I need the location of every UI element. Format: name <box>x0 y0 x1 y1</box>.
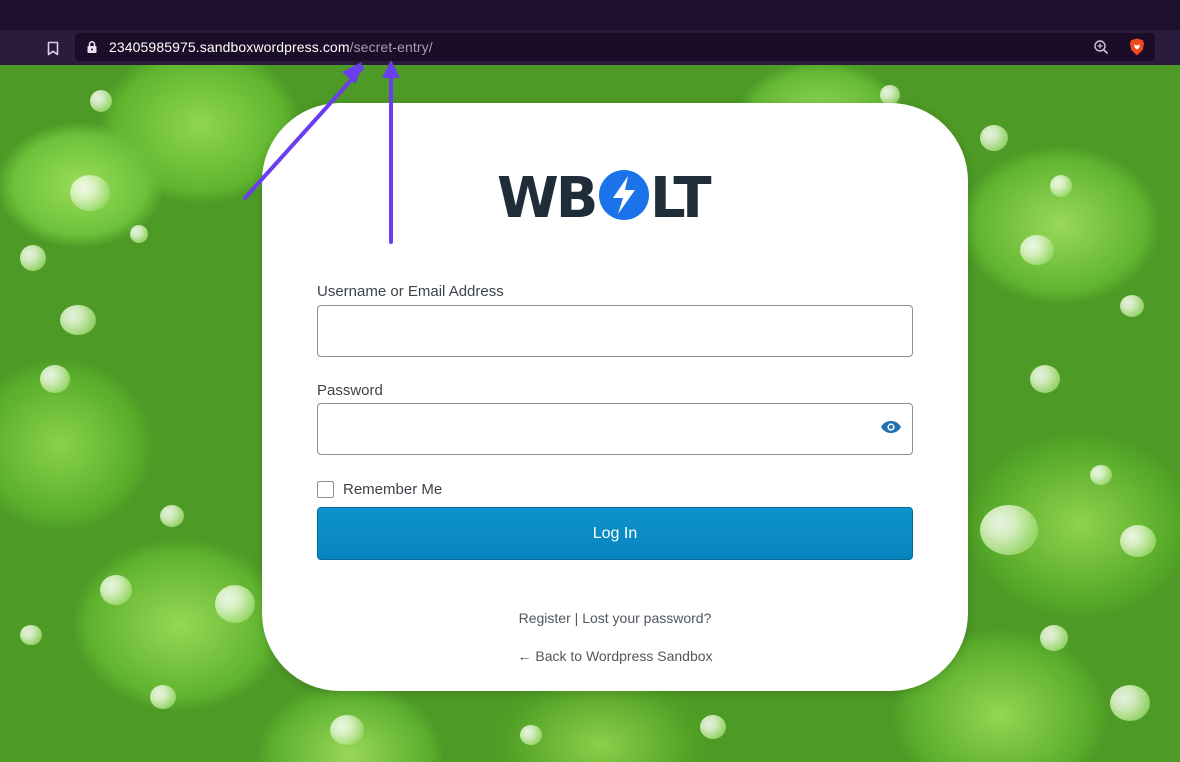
water-drop <box>1040 625 1068 651</box>
water-drop <box>980 505 1038 555</box>
water-drop <box>1050 175 1072 197</box>
water-drop <box>1120 295 1144 317</box>
show-password-icon[interactable] <box>876 416 906 438</box>
browser-toolbar: 23405985975.sandboxwordpress.com/secret-… <box>0 30 1180 65</box>
wbolt-logo[interactable]: WB LT <box>497 166 729 231</box>
water-drop <box>90 90 112 112</box>
browser-title-bar <box>0 0 1180 30</box>
water-drop <box>980 125 1008 151</box>
water-drop <box>1090 465 1112 485</box>
brave-shield-icon[interactable] <box>1127 37 1147 57</box>
address-bar[interactable]: 23405985975.sandboxwordpress.com/secret-… <box>75 33 1155 61</box>
water-drop <box>150 685 176 709</box>
account-links: Register | Lost your password? <box>262 610 968 626</box>
username-label: Username or Email Address <box>317 283 504 300</box>
water-drop <box>70 175 110 211</box>
remember-me-checkbox[interactable] <box>317 480 334 498</box>
water-drop <box>20 245 46 271</box>
water-drop <box>100 575 132 605</box>
back-link-row: ← Back to Wordpress Sandbox <box>262 648 968 664</box>
water-drop <box>215 585 255 623</box>
log-in-button[interactable]: Log In <box>317 507 913 560</box>
lock-icon[interactable] <box>85 40 99 54</box>
water-drop <box>1120 525 1156 557</box>
water-drop <box>330 715 364 745</box>
water-drop <box>700 715 726 739</box>
username-input[interactable] <box>317 305 913 357</box>
water-drop <box>1030 365 1060 393</box>
lost-password-link[interactable]: Lost your password? <box>582 610 711 626</box>
water-drop <box>130 225 148 243</box>
remember-me-label[interactable]: Remember Me <box>343 481 442 498</box>
register-link[interactable]: Register <box>519 610 571 626</box>
zoom-icon[interactable] <box>1093 39 1109 55</box>
remember-me[interactable]: Remember Me <box>317 479 442 499</box>
url-path: /secret-entry/ <box>349 39 433 55</box>
bookmark-icon[interactable] <box>44 38 62 58</box>
water-drop <box>880 85 900 105</box>
water-drop <box>1020 235 1054 265</box>
water-drop <box>520 725 542 745</box>
back-to-site-link[interactable]: ← Back to Wordpress Sandbox <box>517 648 712 664</box>
url-text[interactable]: 23405985975.sandboxwordpress.com/secret-… <box>109 39 433 55</box>
svg-text:WB: WB <box>497 167 595 225</box>
url-host: 23405985975.sandboxwordpress.com <box>109 39 350 55</box>
password-label: Password <box>317 382 383 399</box>
water-drop <box>160 505 184 527</box>
link-separator: | <box>574 610 579 626</box>
password-input[interactable] <box>317 403 913 455</box>
water-drop <box>20 625 42 645</box>
water-drop <box>40 365 70 393</box>
login-card: WB LT Username or Email Address Password… <box>262 103 968 691</box>
water-drop <box>60 305 96 335</box>
svg-text:LT: LT <box>650 167 711 225</box>
water-drop <box>1110 685 1150 721</box>
